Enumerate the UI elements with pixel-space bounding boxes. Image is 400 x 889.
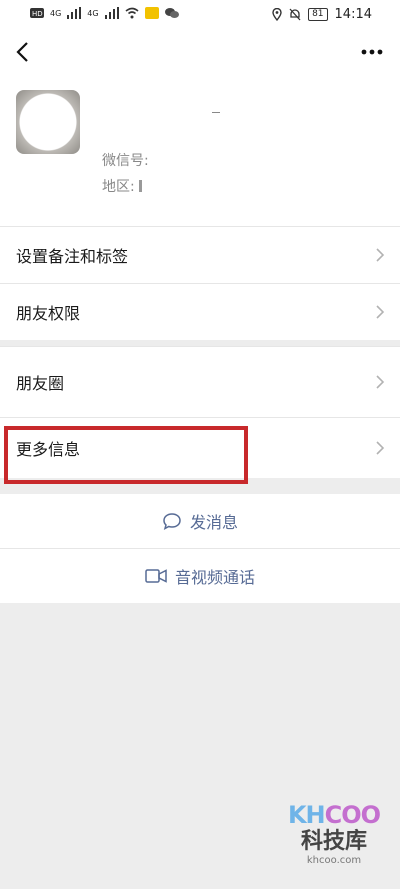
more-options-button[interactable] bbox=[358, 40, 386, 64]
status-icons-left: HD 4G 4G bbox=[30, 7, 179, 19]
action-group: 发消息 音视频通话 bbox=[0, 494, 400, 603]
chat-bubble-icon bbox=[163, 513, 181, 530]
status-icons-right: 81 14:14 bbox=[272, 7, 372, 22]
menu-group-settings: 设置备注和标签 朋友权限 bbox=[0, 226, 400, 340]
send-message-button[interactable]: 发消息 bbox=[0, 494, 400, 548]
chevron-right-icon bbox=[376, 305, 385, 319]
chevron-right-icon bbox=[376, 441, 385, 455]
notification-icon bbox=[144, 7, 159, 19]
site-watermark: KHCOO 科技库 khcoo.com bbox=[284, 801, 384, 883]
region-value-redacted bbox=[138, 180, 142, 192]
menu-item-remarks-tags[interactable]: 设置备注和标签 bbox=[0, 226, 400, 283]
status-time: 14:14 bbox=[334, 7, 372, 22]
annotation-highlight-box bbox=[4, 426, 248, 484]
chevron-right-icon bbox=[376, 248, 385, 262]
location-icon bbox=[272, 8, 282, 21]
watermark-url: khcoo.com bbox=[306, 855, 362, 866]
video-camera-icon bbox=[145, 569, 167, 583]
signal-icon bbox=[104, 7, 119, 19]
watermark-logo: KHCOO bbox=[287, 801, 381, 829]
region-label: 地区: bbox=[102, 179, 135, 195]
more-dots-icon bbox=[361, 49, 383, 55]
chevron-right-icon bbox=[376, 375, 385, 389]
wechat-id-row: 微信号: bbox=[102, 150, 149, 170]
signal-label: 4G bbox=[87, 8, 99, 18]
menu-item-label: 设置备注和标签 bbox=[16, 247, 129, 266]
send-message-label: 发消息 bbox=[189, 513, 238, 532]
signal-label: 4G bbox=[50, 8, 62, 18]
wechat-icon bbox=[164, 8, 179, 18]
top-navigation bbox=[0, 28, 400, 78]
chevron-left-icon bbox=[16, 42, 28, 62]
profile-card: 微信号: 地区: bbox=[0, 78, 400, 226]
menu-item-friend-permissions[interactable]: 朋友权限 bbox=[0, 283, 400, 340]
watermark-chinese-name: 科技库 bbox=[300, 829, 367, 854]
hd-icon: HD bbox=[30, 8, 44, 18]
svg-text:HD: HD bbox=[32, 10, 43, 18]
signal-icon bbox=[67, 7, 82, 19]
wechat-id-label: 微信号: bbox=[102, 153, 149, 169]
video-call-button[interactable]: 音视频通话 bbox=[0, 548, 400, 603]
menu-item-moments[interactable]: 朋友圈 bbox=[0, 346, 400, 417]
back-button[interactable] bbox=[10, 36, 38, 68]
menu-item-label: 朋友圈 bbox=[16, 374, 65, 393]
status-bar: HD 4G 4G 81 14:14 bbox=[0, 0, 400, 28]
contact-name-redacted bbox=[100, 112, 240, 126]
battery-indicator: 81 bbox=[308, 8, 328, 21]
wifi-icon bbox=[125, 7, 139, 19]
menu-item-label: 朋友权限 bbox=[16, 304, 81, 323]
region-row: 地区: bbox=[102, 176, 142, 196]
avatar[interactable] bbox=[16, 90, 80, 154]
mute-bell-icon bbox=[289, 8, 301, 21]
video-call-label: 音视频通话 bbox=[174, 568, 255, 587]
